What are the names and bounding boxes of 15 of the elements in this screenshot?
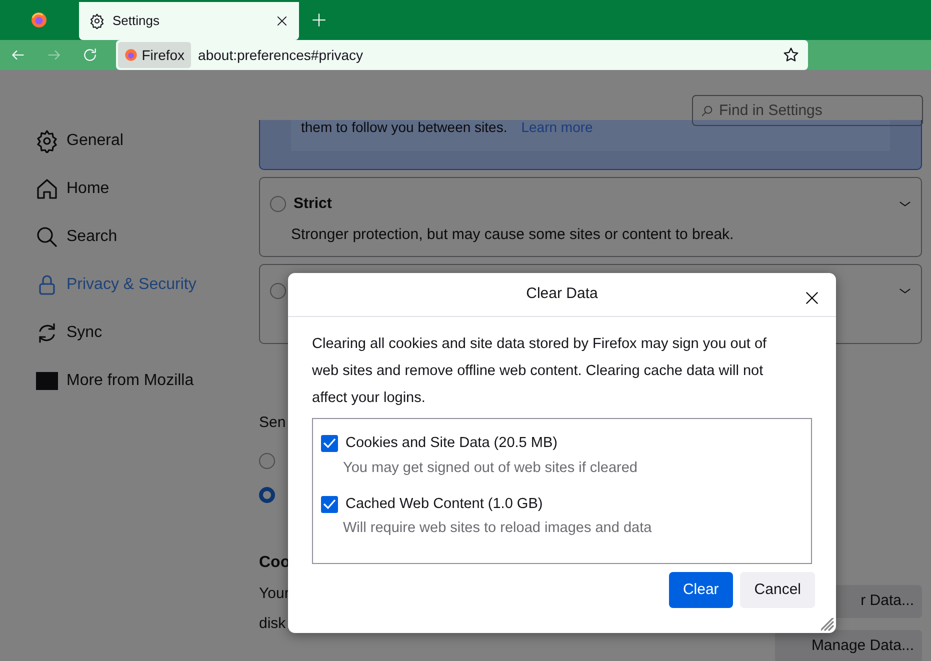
checkbox-label: Cookies and Site Data (20.5 MB) — [346, 434, 558, 453]
section-label: Sen — [259, 413, 286, 433]
url-text: about:preferences#privacy — [198, 46, 364, 65]
info-text: them to follow you between sites. — [301, 120, 508, 134]
option-description: Stronger protection, but may cause some sites or content to break. — [291, 225, 735, 245]
option-description: Will require web sites to reload images and data — [343, 519, 653, 538]
option-description: You may get signed out of web sites if cleared — [343, 458, 638, 478]
option-title: Strict — [294, 194, 333, 214]
site-identity-label: Firefox — [142, 46, 185, 64]
dialog-message: Clearing all cookies and site data stored by Firefox may sign you out of web sites and remove offline web content. Clearing cache data will not affect your logins. — [312, 335, 768, 408]
section-text: Your — [259, 584, 290, 604]
checkbox-label: Cached Web Content (1.0 GB) — [346, 494, 543, 514]
dialog-title: Clear Data — [526, 284, 598, 304]
tab-title: Settings — [112, 12, 160, 30]
section-text: disk — [259, 614, 287, 634]
